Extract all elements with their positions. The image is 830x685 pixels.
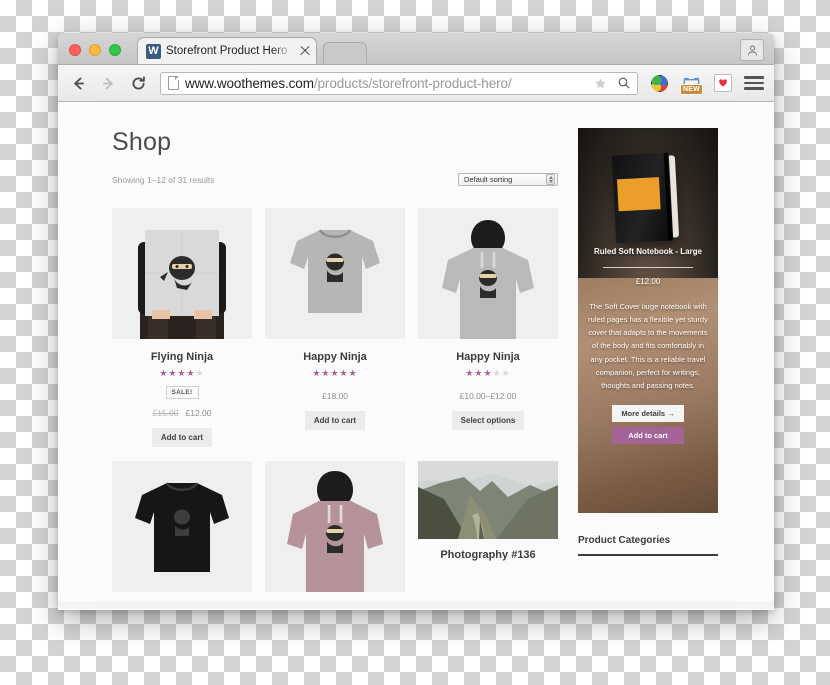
product-hero-widget[interactable]: Ruled Soft Notebook - Large £12.00 The S… [578, 128, 718, 513]
product-price: £10.00–£12.00 [418, 391, 558, 401]
grey-hoodie-photo[interactable] [418, 208, 558, 339]
tab-title: Storefront Product Hero - W [166, 45, 293, 57]
product-name: Flying Ninja [150, 351, 214, 363]
rating-stars: ★★★★★ [312, 368, 358, 378]
product-card[interactable] [265, 461, 405, 592]
price-current: £18.00 [322, 391, 348, 401]
notebook-illustration [611, 152, 675, 244]
product-name: Happy Ninja [303, 351, 367, 363]
hero-product-description: The Soft Cover large notebook with ruled… [588, 302, 708, 390]
pink-hoodie-photo[interactable] [265, 461, 405, 592]
sorting-dropdown[interactable]: Default sorting [458, 173, 558, 186]
product-grid: Flying Ninja ★★★★★ SALE! £15.00 £12.00 Ad… [112, 208, 558, 592]
product-card[interactable] [112, 461, 252, 592]
price-current: £10.00–£12.00 [459, 391, 517, 401]
back-arrow-icon[interactable] [68, 73, 88, 93]
price-old: £15.00 [152, 408, 179, 418]
product-price: £15.00 £12.00 [112, 408, 252, 418]
sorting-selected-value: Default sorting [464, 175, 513, 184]
product-card[interactable]: Happy Ninja ★★★★★ £18.00 Add to cart [265, 208, 405, 447]
product-categories-heading: Product Categories [578, 535, 671, 546]
browser-tab-active[interactable]: W Storefront Product Hero - W [137, 37, 317, 64]
select-options-button[interactable]: Select options [451, 411, 525, 430]
hero-content: Ruled Soft Notebook - Large £12.00 The S… [578, 246, 718, 444]
divider [578, 554, 718, 556]
product-price: £18.00 [265, 391, 405, 401]
sale-badge: SALE! [165, 386, 199, 399]
hero-product-price: £12.00 [635, 277, 661, 287]
hamburger-menu-icon[interactable] [744, 76, 764, 90]
product-card[interactable]: Happy Ninja ★★★★★ £10.00–£12.00 Select o… [418, 208, 558, 447]
page-document-icon [168, 76, 179, 90]
url-path: /products/storefront-product-hero/ [313, 75, 512, 91]
reload-icon[interactable] [128, 73, 148, 93]
product-card[interactable]: Photography #136 [418, 461, 558, 592]
viewport-bottom-edge [58, 601, 774, 609]
new-tab-button[interactable] [323, 42, 367, 64]
grey-tshirt-photo[interactable] [265, 208, 405, 339]
add-to-cart-button[interactable]: Add to cart [151, 428, 213, 447]
url-domain: www.woothemes.com [185, 75, 314, 91]
rating-stars: ★★★★★ [465, 368, 511, 378]
address-bar[interactable]: www.woothemes.com/products/storefront-pr… [160, 71, 638, 95]
hero-actions: More details → Add to cart [588, 404, 708, 444]
page-title: Shop [112, 128, 172, 156]
magnifier-icon[interactable] [615, 76, 632, 90]
browser-toolbar: www.woothemes.com/products/storefront-pr… [58, 65, 774, 102]
mountain-valley-photo[interactable] [418, 461, 558, 539]
price-current: £12.00 [185, 408, 212, 418]
add-to-cart-button[interactable]: Add to cart [304, 411, 366, 430]
rating-stars: ★★★★★ [159, 368, 205, 378]
photos-extension-icon[interactable] [648, 72, 670, 94]
forward-arrow-icon [98, 73, 118, 93]
more-details-button[interactable]: More details → [612, 404, 684, 422]
product-name: Happy Ninja [456, 351, 520, 363]
product-card[interactable]: Flying Ninja ★★★★★ SALE! £15.00 £12.00 Ad… [112, 208, 252, 447]
black-tshirt-photo[interactable] [112, 461, 252, 592]
browser-tab-strip: W Storefront Product Hero - W [58, 33, 774, 65]
browser-window: W Storefront Product Hero - W [58, 33, 774, 610]
result-count: Showing 1–12 of 31 results [112, 174, 215, 185]
shop-main-column: Shop Showing 1–12 of 31 results Default … [112, 128, 558, 592]
close-icon[interactable] [298, 44, 312, 58]
hero-add-to-cart-button[interactable]: Add to cart [612, 426, 684, 444]
maximize-window-button[interactable] [109, 44, 121, 56]
window-traffic-lights [69, 44, 121, 56]
woothemes-favicon: W [146, 43, 161, 59]
page-viewport: Shop Showing 1–12 of 31 results Default … [58, 102, 774, 609]
new-extension-icon[interactable]: NEW [680, 72, 703, 95]
heart-extension-icon[interactable] [712, 72, 734, 94]
url-text: www.woothemes.com/products/storefront-pr… [185, 76, 586, 91]
minimize-window-button[interactable] [89, 44, 101, 56]
shop-page: Shop Showing 1–12 of 31 results Default … [96, 102, 736, 609]
ninja-poster-photo[interactable] [112, 208, 252, 339]
shop-sidebar: Ruled Soft Notebook - Large £12.00 The S… [578, 128, 718, 592]
divider [603, 266, 693, 269]
star-icon[interactable] [592, 77, 609, 90]
hero-product-title: Ruled Soft Notebook - Large [594, 247, 702, 256]
new-badge: NEW [680, 84, 703, 95]
close-window-button[interactable] [69, 44, 81, 56]
shop-toolbar: Showing 1–12 of 31 results Default sorti… [112, 173, 558, 186]
product-name: Photography #136 [440, 549, 536, 561]
user-profile-icon[interactable] [740, 39, 764, 61]
chevron-stepper-icon[interactable] [546, 174, 555, 185]
